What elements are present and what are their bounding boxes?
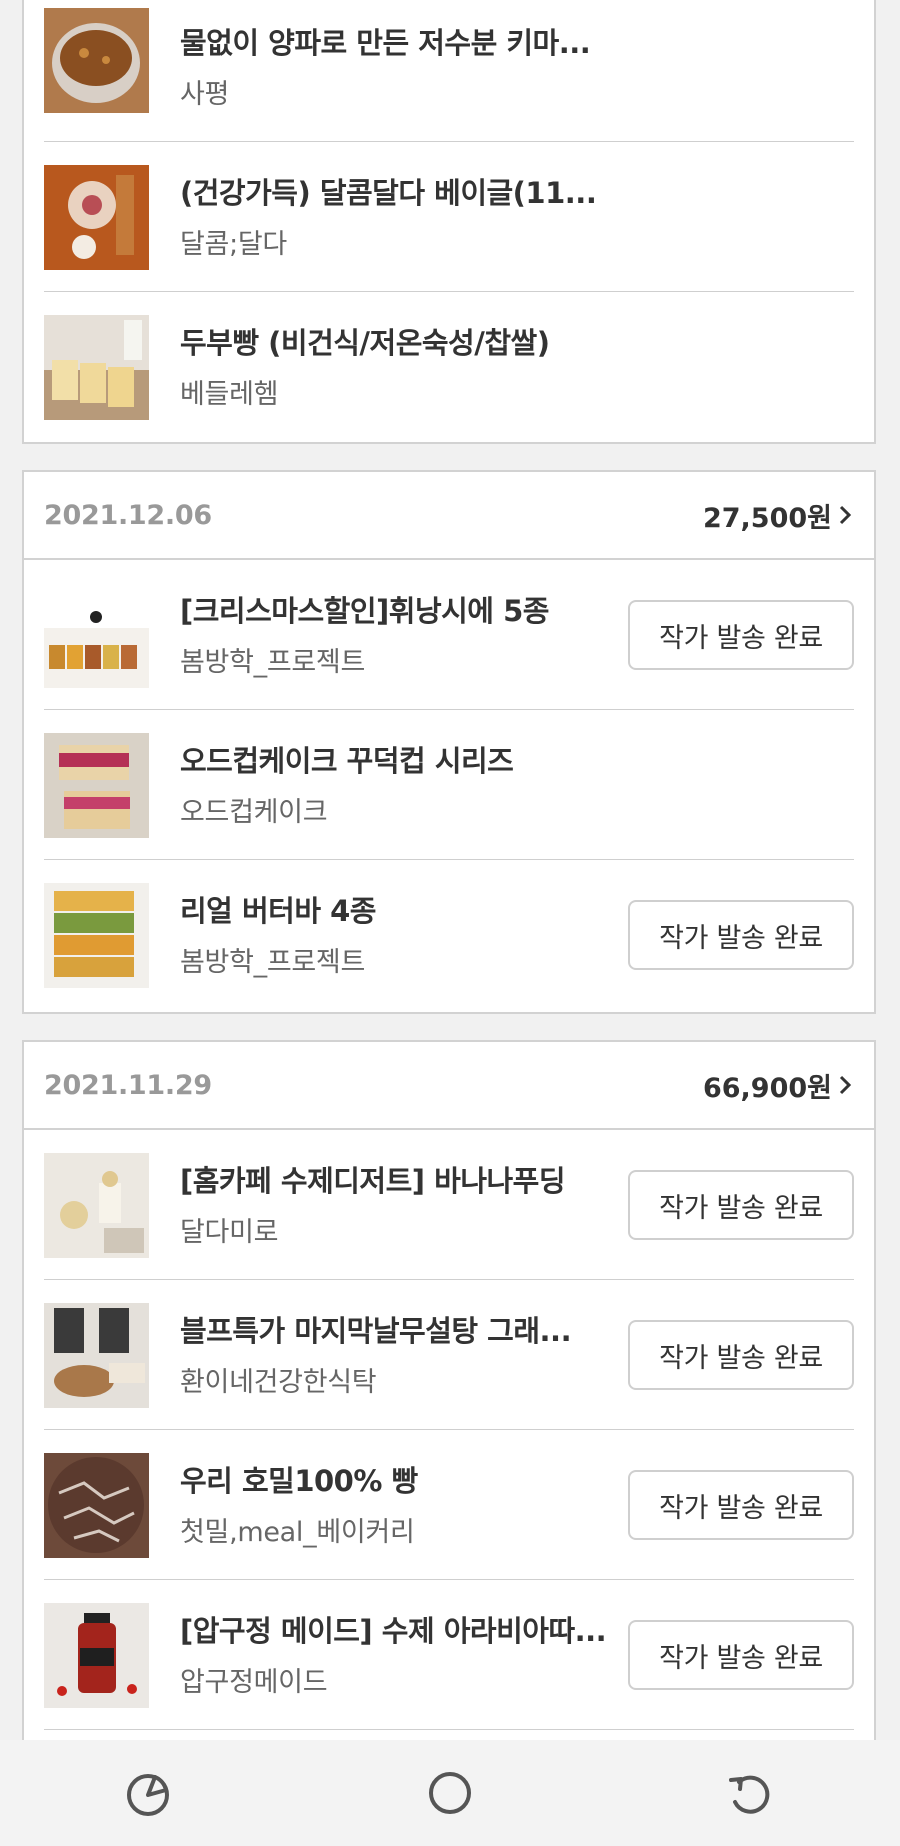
seller-name: 환이네건강한식탁 — [180, 1367, 377, 1398]
seller-name: 베들레헴 — [180, 379, 279, 410]
order-item[interactable]: 리얼 버터바 4종 봄방학_프로젝트 작가 발송 완료 — [44, 860, 854, 1010]
order-history-list[interactable]: 물없이 양파로 만든 저수분 키마... 사평 (건강가득) 달콤달다 베이글(… — [0, 0, 900, 1740]
order-card: 2021.12.06 27,500원 [크리스마스할인]휘낭시에 5종 봄방학_… — [22, 470, 876, 1014]
product-thumbnail[interactable] — [44, 883, 149, 988]
shipping-status-button[interactable]: 작가 발송 완료 — [628, 900, 854, 970]
product-title[interactable]: (건강가득) 달콤달다 베이글(11... — [180, 170, 597, 212]
seller-name: 봄방학_프로젝트 — [180, 947, 365, 978]
back-button[interactable] — [710, 1753, 790, 1833]
seller-name: 달콤;달다 — [180, 229, 287, 260]
product-title[interactable]: 물없이 양파로 만든 저수분 키마... — [180, 20, 591, 62]
order-item[interactable]: [홈카페 수제디저트] 바나나푸딩 달다미로 작가 발송 완료 — [44, 1130, 854, 1280]
shipping-status-button[interactable]: 작가 발송 완료 — [628, 1620, 854, 1690]
order-date: 2021.12.06 — [44, 499, 212, 531]
order-total: 27,500원 — [702, 502, 832, 534]
order-total-link[interactable]: 27,500원 — [703, 496, 854, 535]
product-title[interactable]: 블프특가 마지막날무설탕 그래... — [180, 1308, 572, 1350]
product-thumbnail[interactable] — [44, 1153, 149, 1258]
product-thumbnail[interactable] — [44, 1303, 149, 1408]
order-header[interactable]: 2021.11.29 66,900원 — [24, 1042, 874, 1130]
back-icon — [729, 1775, 770, 1814]
product-title[interactable]: [홈카페 수제디저트] 바나나푸딩 — [180, 1158, 566, 1200]
product-thumbnail[interactable] — [44, 165, 149, 270]
system-navigation-bar — [0, 1740, 900, 1846]
seller-name: 사평 — [180, 79, 230, 110]
shipping-status-button[interactable]: 작가 발송 완료 — [628, 1320, 854, 1390]
order-date: 2021.11.29 — [44, 1069, 212, 1101]
order-item[interactable]: 오드컵케이크 꾸덕컵 시리즈 오드컵케이크 — [44, 710, 854, 860]
product-title[interactable]: [크리스마스할인]휘낭시에 5종 — [180, 588, 549, 630]
seller-name: 봄방학_프로젝트 — [180, 647, 365, 678]
product-title[interactable]: 두부빵 (비건식/저온숙성/찹쌀) — [180, 320, 550, 362]
order-card: 물없이 양파로 만든 저수분 키마... 사평 (건강가득) 달콤달다 베이글(… — [22, 0, 876, 444]
seller-name: 달다미로 — [180, 1217, 279, 1248]
product-thumbnail[interactable] — [44, 1453, 149, 1558]
order-header[interactable]: 2021.12.06 27,500원 — [24, 472, 874, 560]
product-title[interactable]: 우리 호밀100% 빵 — [180, 1458, 418, 1500]
order-item[interactable]: 우리 호밀100% 빵 첫밀,meal_베이커리 작가 발송 완료 — [44, 1430, 854, 1580]
product-thumbnail[interactable] — [44, 315, 149, 420]
shipping-status-button[interactable]: 작가 발송 완료 — [628, 600, 854, 670]
order-item[interactable]: [압구정 메이드] 수제 아라비아따... 압구정메이드 작가 발송 완료 — [44, 1580, 854, 1730]
chevron-right-icon — [839, 505, 852, 525]
home-icon — [429, 1772, 471, 1814]
order-item[interactable]: 블프특가 마지막날무설탕 그래... 환이네건강한식탁 작가 발송 완료 — [44, 1280, 854, 1430]
home-button[interactable] — [410, 1753, 490, 1833]
order-item[interactable]: (건강가득) 달콤달다 베이글(11... 달콤;달다 — [44, 142, 854, 292]
order-total-link[interactable]: 66,900원 — [703, 1066, 854, 1105]
product-thumbnail[interactable] — [44, 8, 149, 113]
product-thumbnail[interactable] — [44, 1603, 149, 1708]
product-title[interactable]: 리얼 버터바 4종 — [180, 888, 376, 930]
order-item[interactable]: 두부빵 (비건식/저온숙성/찹쌀) 베들레헴 — [44, 292, 854, 442]
product-thumbnail[interactable] — [44, 583, 149, 688]
product-title[interactable]: [압구정 메이드] 수제 아라비아따... — [180, 1608, 607, 1650]
order-total: 66,900원 — [702, 1072, 832, 1104]
recent-apps-button[interactable] — [110, 1753, 190, 1833]
shipping-status-button[interactable]: 작가 발송 완료 — [628, 1470, 854, 1540]
seller-name: 오드컵케이크 — [180, 797, 328, 828]
recent-apps-icon — [127, 1774, 169, 1816]
order-item[interactable]: [크리스마스할인]휘낭시에 5종 봄방학_프로젝트 작가 발송 완료 — [44, 560, 854, 710]
chevron-right-icon — [839, 1075, 852, 1095]
order-item[interactable]: 물없이 양파로 만든 저수분 키마... 사평 — [44, 0, 854, 142]
seller-name: 첫밀,meal_베이커리 — [180, 1517, 415, 1548]
shipping-status-button[interactable]: 작가 발송 완료 — [628, 1170, 854, 1240]
product-title[interactable]: 오드컵케이크 꾸덕컵 시리즈 — [180, 738, 514, 780]
product-thumbnail[interactable] — [44, 733, 149, 838]
seller-name: 압구정메이드 — [180, 1667, 328, 1698]
order-card: 2021.11.29 66,900원 [홈카페 수제디저트] 바나나푸딩 달다미… — [22, 1040, 876, 1740]
